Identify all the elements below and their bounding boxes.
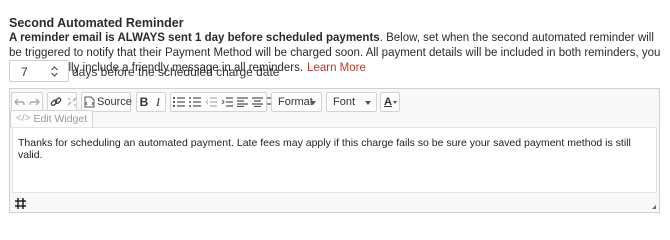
resize-handle-icon[interactable] — [652, 205, 656, 209]
bold-icon[interactable]: B — [139, 94, 149, 110]
reminder-days-value: 7 — [21, 65, 28, 79]
source-group: Source — [81, 92, 146, 112]
editor-content-area[interactable]: Thanks for scheduling an automated payme… — [12, 127, 657, 193]
chevron-down-icon — [365, 101, 371, 105]
undo-icon[interactable] — [14, 94, 25, 110]
outdent-icon[interactable] — [205, 94, 217, 110]
learn-more-link[interactable]: Learn More — [307, 62, 366, 74]
paragraph-group — [170, 92, 278, 112]
edit-widget-button[interactable]: </> Edit Widget — [10, 110, 94, 128]
font-dropdown-label: Font — [333, 96, 356, 108]
editor-message-text: Thanks for scheduling an automated payme… — [18, 137, 631, 161]
format-dropdown[interactable]: Format — [271, 92, 322, 112]
stepper-label: days before the scheduled charge date — [72, 65, 280, 79]
chevron-down-icon — [310, 101, 316, 105]
source-button-label[interactable]: Source — [97, 96, 132, 108]
source-icon[interactable] — [84, 94, 95, 110]
align-center-icon[interactable] — [252, 94, 263, 110]
format-dropdown-label: Format — [278, 96, 313, 108]
link-icon[interactable] — [50, 94, 62, 110]
chevron-down-icon — [393, 101, 397, 104]
reminder-description-bold: A reminder email is ALWAYS sent 1 day be… — [9, 32, 380, 44]
text-color-button[interactable]: A — [380, 92, 400, 112]
code-icon: </> — [16, 113, 31, 124]
editor-toolbar: Source B I Format Font A — [10, 92, 659, 112]
redo-icon[interactable] — [29, 94, 40, 110]
font-dropdown[interactable]: Font — [326, 92, 377, 112]
italic-icon[interactable]: I — [153, 94, 163, 110]
numbered-list-icon[interactable] — [173, 94, 185, 110]
align-left-icon[interactable] — [237, 94, 248, 110]
stepper-arrows-icon[interactable] — [50, 65, 59, 78]
reminder-days-stepper[interactable]: 7 — [9, 60, 69, 82]
link-group — [47, 92, 77, 112]
basic-styles-group: B I — [136, 92, 166, 112]
unlink-icon[interactable] — [66, 94, 78, 110]
section-title: Second Automated Reminder — [9, 16, 184, 30]
edit-widget-label: Edit Widget — [33, 113, 88, 125]
hash-icon[interactable] — [14, 197, 27, 210]
bulleted-list-icon[interactable] — [189, 94, 201, 110]
undo-redo-group — [11, 92, 43, 112]
text-color-icon: A — [384, 96, 392, 108]
rich-text-editor: Source B I Format Font A </> Edit Widget… — [9, 88, 660, 213]
indent-icon[interactable] — [221, 94, 233, 110]
